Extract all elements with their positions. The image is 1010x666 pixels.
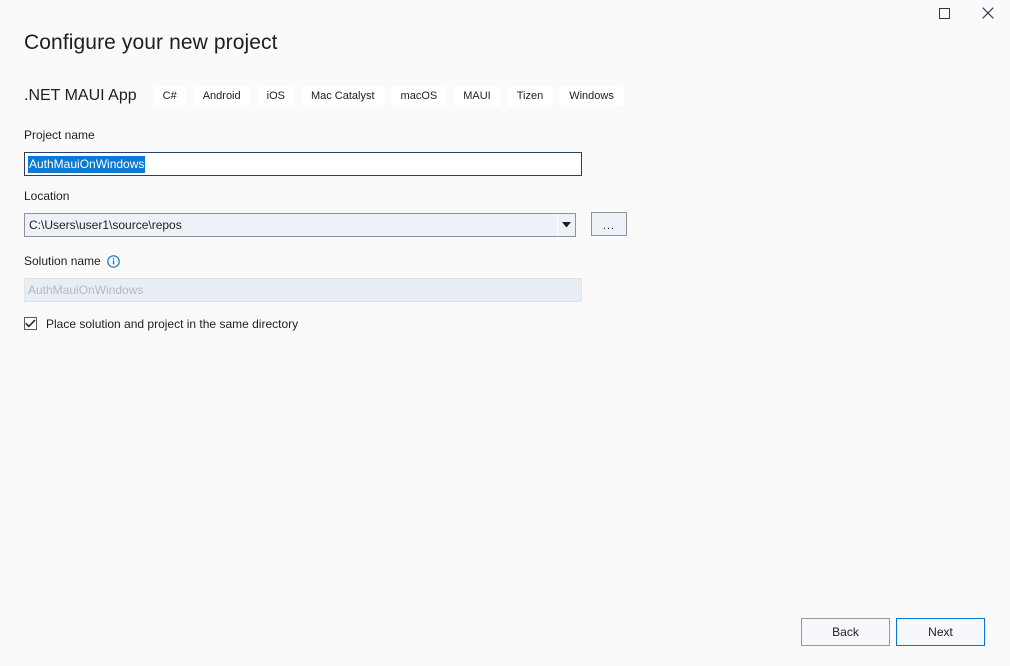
check-icon [25, 315, 36, 333]
same-directory-row[interactable]: Place solution and project in the same d… [24, 315, 298, 332]
close-icon [982, 7, 994, 19]
solution-name-label-text: Solution name [24, 254, 101, 268]
location-label: Location [24, 189, 69, 203]
template-tag-windows: Windows [559, 86, 624, 107]
template-name: .NET MAUI App [24, 85, 137, 107]
project-name-input[interactable]: AuthMauiOnWindows [24, 152, 582, 176]
dialog-footer: Back Next [0, 618, 1010, 646]
close-button[interactable] [966, 0, 1010, 26]
project-name-label: Project name [24, 128, 95, 142]
maximize-button[interactable] [922, 0, 966, 26]
template-tag-android: Android [193, 86, 251, 107]
same-directory-label: Place solution and project in the same d… [46, 317, 298, 331]
template-tag-maui: MAUI [453, 86, 501, 107]
maximize-icon [939, 8, 950, 19]
project-name-value: AuthMauiOnWindows [28, 156, 145, 173]
template-tag-csharp: C# [153, 86, 187, 107]
solution-name-value: AuthMauiOnWindows [28, 283, 143, 297]
page-title: Configure your new project [24, 29, 278, 57]
location-combobox[interactable]: C:\Users\user1\source\repos [24, 213, 576, 237]
template-tag-tizen: Tizen [507, 86, 554, 107]
template-tag-mac-catalyst: Mac Catalyst [301, 86, 385, 107]
back-button[interactable]: Back [801, 618, 890, 646]
template-tag-ios: iOS [257, 86, 295, 107]
info-icon[interactable] [107, 255, 120, 268]
template-tag-macos: macOS [391, 86, 448, 107]
solution-name-input: AuthMauiOnWindows [24, 278, 582, 302]
next-button[interactable]: Next [896, 618, 985, 646]
title-bar [0, 0, 1010, 30]
same-directory-checkbox[interactable] [24, 317, 37, 330]
solution-name-label: Solution name [24, 254, 120, 268]
location-browse-button[interactable]: ... [591, 212, 627, 236]
template-summary: .NET MAUI App C# Android iOS Mac Catalys… [24, 84, 630, 108]
chevron-down-icon[interactable] [557, 214, 575, 236]
location-value: C:\Users\user1\source\repos [25, 218, 557, 232]
